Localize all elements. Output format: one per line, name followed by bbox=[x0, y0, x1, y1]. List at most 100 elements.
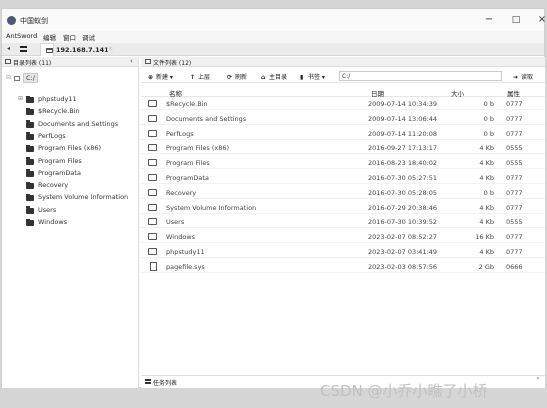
tree-item-label: Users bbox=[38, 205, 57, 214]
csdn-watermark: CSDN @小乔小瞧了小桥 bbox=[320, 382, 488, 400]
bookmark-icon: ▮ bbox=[300, 74, 304, 81]
tree-expand-icon[interactable]: ⊞ bbox=[18, 95, 23, 102]
column-name[interactable]: 名称 bbox=[169, 88, 182, 98]
table-row[interactable]: Recovery 2016-07-30 05:28:05 0 b 0777 bbox=[141, 187, 545, 199]
new-button[interactable]: ⊕ 新建 ▾ bbox=[148, 72, 173, 81]
tree-item-label: Recovery bbox=[38, 181, 69, 190]
folder-icon bbox=[148, 203, 157, 211]
table-row[interactable]: Program Files (x86) 2016-09-27 17:13:17 4 … bbox=[141, 142, 545, 155]
bookmark-button[interactable]: ▮ 书签 ▾ bbox=[300, 72, 325, 81]
home-grid-icon[interactable] bbox=[20, 46, 27, 52]
path-input[interactable] bbox=[339, 71, 502, 81]
file-size: 4 Kb bbox=[479, 248, 494, 256]
file-table-header: 名称 日期 大小 属性 bbox=[141, 86, 545, 98]
table-row[interactable]: PerfLogs 2009-07-14 11:20:08 0 b 0777 bbox=[141, 128, 545, 140]
minimize-button[interactable]: − bbox=[476, 13, 502, 27]
window-icon bbox=[5, 59, 11, 64]
folder-icon bbox=[26, 157, 34, 165]
file-date: 2016-08-23 18:40:02 bbox=[368, 159, 438, 168]
file-date: 2009-07-14 10:34:39 bbox=[368, 100, 438, 108]
file-icon bbox=[150, 261, 157, 271]
folder-icon bbox=[148, 159, 157, 167]
table-row[interactable]: Windows 2023-02-07 08:52:27 16 Kb 0777 bbox=[141, 231, 545, 244]
file-attributes: 0555 bbox=[506, 144, 523, 153]
table-row[interactable]: Documents and Settings 2009-07-14 13:06:4… bbox=[141, 113, 545, 125]
plus-circle-icon: ⊕ bbox=[148, 74, 154, 81]
home-button[interactable]: ⌂ 主目录 bbox=[261, 72, 287, 81]
tab-host-label: 192.168.7.141 bbox=[56, 46, 109, 54]
file-attributes: 0777 bbox=[506, 188, 523, 197]
tab-close-icon[interactable]: × bbox=[107, 46, 114, 53]
file-size: 16 Kb bbox=[475, 233, 494, 242]
file-attributes: 0777 bbox=[506, 203, 523, 212]
folder-icon bbox=[26, 132, 34, 140]
file-size: 0 b bbox=[483, 114, 494, 123]
refresh-button[interactable]: ⟳ 刷新 bbox=[227, 72, 247, 81]
directory-panel: 目录列表 (11) ‹ ⊟ C:/ ⊞ phpstudy11 $Recycle.Bi… bbox=[2, 57, 139, 388]
folder-icon bbox=[148, 114, 157, 122]
file-attributes: 0777 bbox=[506, 100, 523, 108]
table-row[interactable]: System Volume Information 2016-07-29 20:3… bbox=[141, 202, 545, 214]
file-date: 2016-07-29 20:38:46 bbox=[368, 203, 438, 212]
file-attributes: 0777 bbox=[506, 174, 523, 182]
tab-scroll-left-icon[interactable]: ◂ bbox=[7, 45, 10, 52]
table-row[interactable]: pagefile.sys 2023-02-03 08:57:56 2 Gb 0666 bbox=[141, 261, 545, 273]
folder-icon bbox=[148, 144, 157, 152]
menu-window[interactable]: 窗口 bbox=[63, 32, 76, 42]
expand-up-icon[interactable]: ˄ bbox=[536, 377, 540, 385]
tab-host[interactable]: 192.168.7.141 × bbox=[40, 43, 114, 56]
bookmark-button-label: 书签 ▾ bbox=[308, 74, 325, 81]
directory-panel-header: 目录列表 (11) ‹ bbox=[2, 57, 138, 67]
folder-icon bbox=[26, 181, 34, 190]
drive-icon bbox=[14, 76, 20, 81]
file-attributes: 0777 bbox=[506, 114, 523, 123]
file-date: 2016-07-30 05:28:05 bbox=[368, 188, 438, 197]
file-size: 4 Kb bbox=[479, 159, 494, 168]
file-panel-title: 文件列表 (12) bbox=[153, 60, 192, 67]
tab-bar: ◂ 192.168.7.141 × bbox=[2, 43, 544, 56]
file-panel-header: 文件列表 (12) bbox=[141, 57, 545, 67]
file-date: 2016-07-30 05:27:51 bbox=[368, 174, 438, 182]
file-size: 4 Kb bbox=[479, 174, 494, 182]
column-date[interactable]: 日期 bbox=[371, 88, 384, 98]
new-button-label: 新建 ▾ bbox=[156, 74, 173, 81]
table-row[interactable]: Users 2016-07-30 10:39:52 4 Kb 0555 bbox=[141, 216, 545, 229]
tree-collapse-icon[interactable]: ⊟ bbox=[6, 74, 11, 81]
folder-icon bbox=[148, 174, 157, 181]
menu-antsword[interactable]: AntSword bbox=[6, 32, 37, 40]
tree-item-label: $Recycle.Bin bbox=[38, 107, 80, 116]
up-button[interactable]: ↑ 上层 bbox=[190, 72, 210, 81]
read-path-button[interactable]: ➜ 读取 bbox=[513, 72, 533, 81]
menu-edit[interactable]: 编辑 bbox=[43, 32, 56, 42]
table-row[interactable]: Program Files 2016-08-23 18:40:02 4 Kb 0555 bbox=[141, 157, 545, 170]
collapse-panel-icon[interactable]: ‹ bbox=[130, 57, 133, 65]
maximize-button[interactable]: □ bbox=[503, 13, 529, 27]
file-name: Program Files bbox=[166, 159, 210, 168]
file-size: 0 b bbox=[483, 100, 494, 108]
column-size[interactable]: 大小 bbox=[451, 88, 464, 98]
table-row[interactable]: ProgramData 2016-07-30 05:27:51 4 Kb 0777 bbox=[141, 172, 545, 184]
tree-item-label: Windows bbox=[38, 218, 68, 226]
folder-icon bbox=[148, 188, 157, 196]
folder-icon bbox=[148, 129, 157, 137]
folder-icon bbox=[26, 107, 34, 116]
file-date: 2016-07-30 10:39:52 bbox=[368, 218, 438, 227]
close-button[interactable]: × bbox=[529, 13, 547, 27]
folder-icon bbox=[26, 144, 34, 153]
tree-item-label: Program Files (x86) bbox=[38, 144, 102, 153]
file-attributes: 0777 bbox=[506, 248, 523, 256]
tree-item-label: Program Files bbox=[38, 156, 82, 165]
file-name: Recovery bbox=[166, 188, 197, 197]
menu-debug[interactable]: 调试 bbox=[82, 32, 95, 42]
read-path-button-label: 读取 bbox=[521, 74, 534, 81]
table-row[interactable]: $Recycle.Bin 2009-07-14 10:34:39 0 b 0777 bbox=[141, 98, 545, 110]
tree-root-label[interactable]: C:/ bbox=[23, 73, 38, 83]
folder-icon bbox=[26, 169, 34, 177]
home-button-label: 主目录 bbox=[269, 74, 288, 81]
file-name: ProgramData bbox=[166, 174, 209, 182]
column-attributes[interactable]: 属性 bbox=[507, 88, 520, 98]
table-row[interactable]: phpstudy11 2023-02-07 03:41:49 4 Kb 0777 bbox=[141, 246, 545, 258]
tree-item-label: System Volume Information bbox=[38, 193, 129, 202]
file-attributes: 0555 bbox=[506, 218, 523, 227]
file-panel: 文件列表 (12) ⊕新建 ▾ ↑上层 ⟳刷新 ⌂主目录 ▮ 书签 ▾ ➜读取 名… bbox=[141, 57, 545, 388]
